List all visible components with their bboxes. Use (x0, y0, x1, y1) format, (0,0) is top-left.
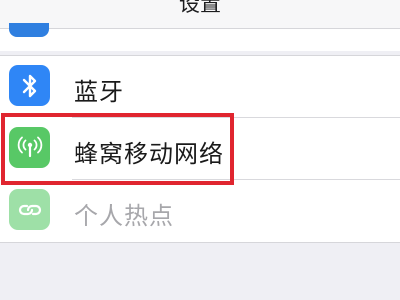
settings-row-label: 个人热点 (74, 202, 174, 230)
navigation-bar: 设置 (0, 0, 400, 29)
page-title: 设置 (179, 0, 221, 16)
settings-row-personal-hotspot[interactable]: 个人热点 (0, 180, 400, 242)
previous-row-icon (9, 23, 49, 37)
highlight-annotation-box (1, 113, 234, 185)
previous-settings-row[interactable] (0, 23, 400, 51)
settings-row-bluetooth[interactable]: 蓝牙 (0, 56, 400, 118)
bluetooth-icon (9, 65, 50, 106)
personal-hotspot-icon (9, 189, 50, 230)
settings-row-label: 蓝牙 (74, 78, 124, 106)
